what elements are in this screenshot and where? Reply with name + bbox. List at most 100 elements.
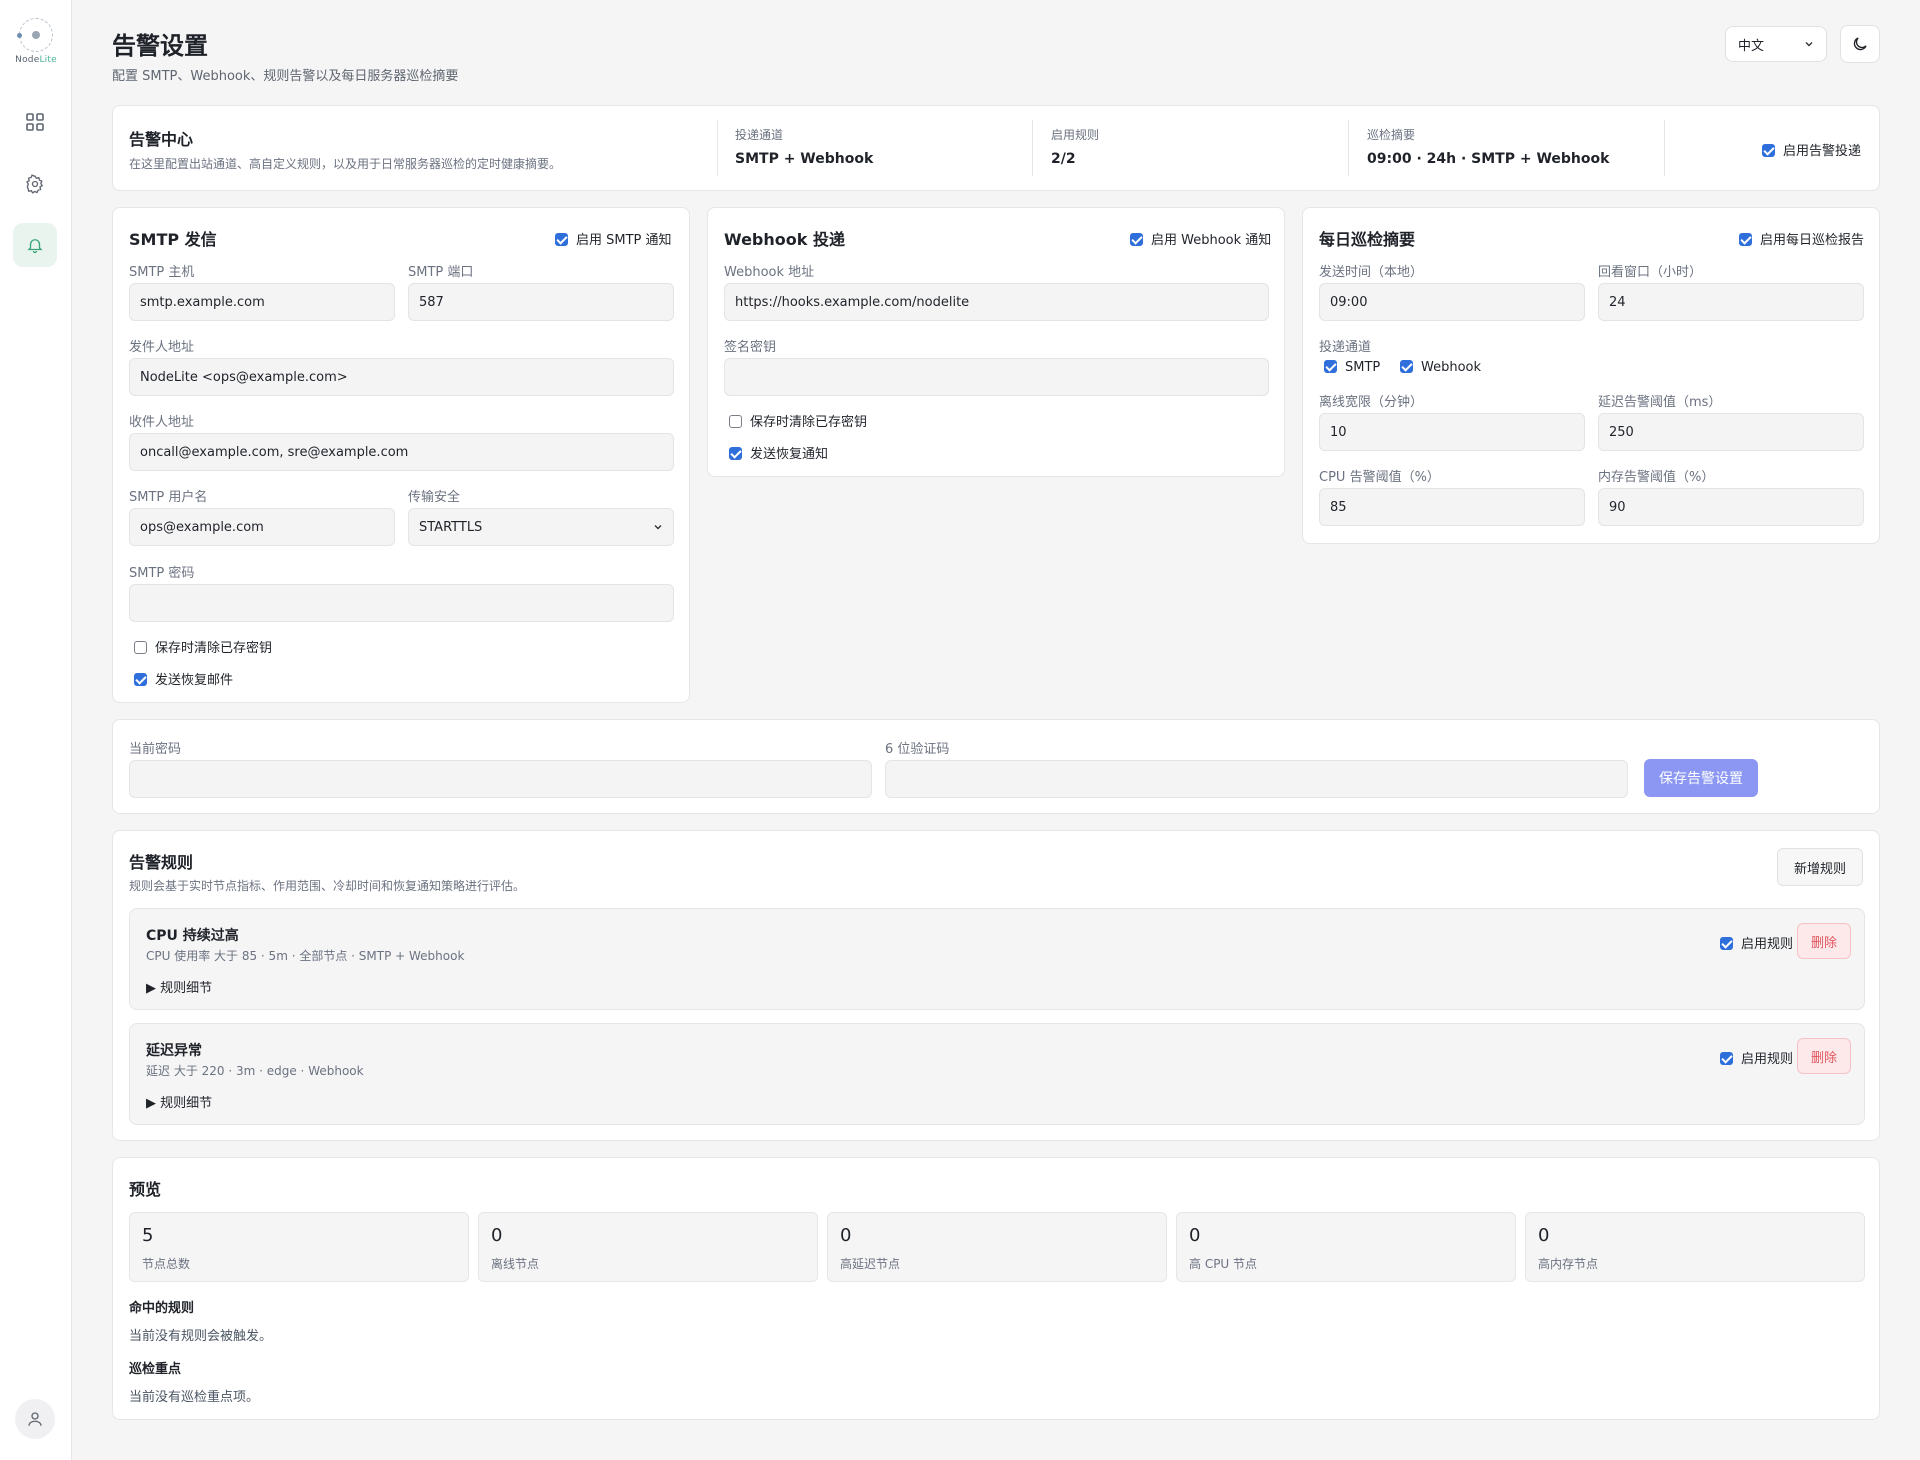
alert-rules-card: 告警规则 规则会基于实时节点指标、作用范围、冷却时间和恢复通知策略进行评估。 新… <box>112 830 1880 1141</box>
checkbox-icon[interactable] <box>1739 233 1752 246</box>
smtp-recovery-toggle[interactable]: 发送恢复邮件 <box>134 669 233 688</box>
smtp-security-select[interactable]: STARTTLS <box>408 508 674 546</box>
enable-rule-toggle[interactable]: 启用规则 <box>1720 1048 1793 1067</box>
webhook-url-input[interactable]: https://hooks.example.com/nodelite <box>724 283 1269 321</box>
matched-rules-text: 当前没有规则会被触发。 <box>129 1329 273 1344</box>
checkbox-icon[interactable] <box>1324 360 1337 373</box>
divider <box>1032 120 1033 176</box>
checkbox-icon[interactable] <box>1400 360 1413 373</box>
stat-value: 0 <box>840 1225 852 1246</box>
daily-mem-label: 内存告警阈值（%） <box>1598 470 1715 485</box>
enable-alert-delivery-toggle[interactable]: 启用告警投递 <box>1762 140 1861 159</box>
checkbox-icon[interactable] <box>729 415 742 428</box>
smtp-clear-secret-toggle[interactable]: 保存时清除已存密钥 <box>134 637 272 656</box>
divider <box>717 120 718 176</box>
sidebar-item-settings[interactable] <box>13 162 57 206</box>
smtp-card: SMTP 发信 启用 SMTP 通知 SMTP 主机 smtp.example.… <box>112 207 690 703</box>
checkbox-icon[interactable] <box>1720 1052 1733 1065</box>
rule-card: 延迟异常 延迟 大于 220 · 3m · edge · Webhook ▶ 规… <box>129 1023 1865 1125</box>
daily-summary-card: 每日巡检摘要 启用每日巡检报告 发送时间（本地） 09:00 回看窗口（小时） … <box>1302 207 1880 544</box>
checkbox-label: 启用告警投递 <box>1783 144 1862 159</box>
moon-icon <box>1853 37 1867 51</box>
daily-cpu-input[interactable]: 85 <box>1319 488 1585 526</box>
daily-time-label: 发送时间（本地） <box>1319 265 1424 280</box>
otp-code-input[interactable] <box>885 760 1628 798</box>
smtp-user-input[interactable]: ops@example.com <box>129 508 395 546</box>
page-subtitle: 配置 SMTP、Webhook、规则告警以及每日服务器巡检摘要 <box>112 69 459 84</box>
language-select[interactable]: 中文 <box>1725 26 1827 62</box>
stat-offline-nodes: 0 离线节点 <box>478 1212 818 1282</box>
checkbox-label: 保存时清除已存密钥 <box>750 415 868 430</box>
daily-latency-label: 延迟告警阈值（ms） <box>1598 395 1722 410</box>
smtp-user-label: SMTP 用户名 <box>129 490 208 505</box>
webhook-clear-secret-toggle[interactable]: 保存时清除已存密钥 <box>729 411 867 430</box>
rule-details-toggle[interactable]: ▶ 规则细节 <box>146 977 212 996</box>
stat-total-nodes: 5 节点总数 <box>129 1212 469 1282</box>
otp-code-label: 6 位验证码 <box>885 742 950 757</box>
rule-meta: 延迟 大于 220 · 3m · edge · Webhook <box>146 1064 364 1078</box>
chevron-down-icon <box>1805 42 1813 47</box>
stat-high-cpu-nodes: 0 高 CPU 节点 <box>1176 1212 1516 1282</box>
daily-time-input[interactable]: 09:00 <box>1319 283 1585 321</box>
stat-label: 节点总数 <box>142 1257 191 1271</box>
logo-text-accent: Lite <box>39 55 57 65</box>
smtp-password-input[interactable] <box>129 584 674 622</box>
alert-center-desc: 在这里配置出站通道、高自定义规则，以及用于日常服务器巡检的定时健康摘要。 <box>129 157 562 171</box>
daily-latency-input[interactable]: 250 <box>1598 413 1864 451</box>
save-alert-settings-button[interactable]: 保存告警设置 <box>1644 759 1758 797</box>
chevron-down-icon <box>654 525 662 530</box>
summary-inspection-label: 巡检摘要 <box>1367 128 1416 142</box>
delete-rule-button[interactable]: 删除 <box>1797 1038 1851 1074</box>
theme-toggle-button[interactable] <box>1840 25 1880 63</box>
checkbox-icon[interactable] <box>555 233 568 246</box>
inspection-focus-text: 当前没有巡检重点项。 <box>129 1390 260 1405</box>
summary-rules: 启用规则 2/2 <box>1051 126 1099 167</box>
enable-rule-toggle[interactable]: 启用规则 <box>1720 933 1793 952</box>
checkbox-icon[interactable] <box>1130 233 1143 246</box>
current-password-label: 当前密码 <box>129 742 182 757</box>
daily-mem-input[interactable]: 90 <box>1598 488 1864 526</box>
daily-window-input[interactable]: 24 <box>1598 283 1864 321</box>
daily-channel-smtp-toggle[interactable]: SMTP <box>1324 360 1380 375</box>
webhook-recovery-toggle[interactable]: 发送恢复通知 <box>729 443 828 462</box>
enable-webhook-toggle[interactable]: 启用 Webhook 通知 <box>1130 229 1271 248</box>
checkbox-label: Webhook <box>1421 360 1482 375</box>
page-title: 告警设置 <box>112 32 208 60</box>
smtp-from-input[interactable]: NodeLite <ops@example.com> <box>129 358 674 396</box>
checkbox-label: 启用规则 <box>1741 937 1794 952</box>
checkbox-label: 启用 Webhook 通知 <box>1151 233 1272 248</box>
enable-daily-report-toggle[interactable]: 启用每日巡检报告 <box>1739 229 1864 248</box>
enable-smtp-toggle[interactable]: 启用 SMTP 通知 <box>555 229 672 248</box>
smtp-from-label: 发件人地址 <box>129 340 195 355</box>
checkbox-label: 保存时清除已存密钥 <box>155 641 273 656</box>
checkbox-icon[interactable] <box>1762 144 1775 157</box>
user-avatar[interactable] <box>15 1399 55 1439</box>
checkbox-icon[interactable] <box>134 673 147 686</box>
smtp-to-input[interactable]: oncall@example.com, sre@example.com <box>129 433 674 471</box>
rule-details-toggle[interactable]: ▶ 规则细节 <box>146 1092 212 1111</box>
app-logo[interactable]: NodeLite <box>12 18 60 72</box>
sidebar-item-dashboard[interactable] <box>13 100 57 144</box>
stat-value: 0 <box>491 1225 503 1246</box>
sidebar-item-alerts[interactable] <box>13 223 57 267</box>
webhook-secret-input[interactable] <box>724 358 1269 396</box>
add-rule-button[interactable]: 新增规则 <box>1777 848 1863 886</box>
rule-name: 延迟异常 <box>146 1043 202 1059</box>
stat-value: 0 <box>1189 1225 1201 1246</box>
delete-rule-button[interactable]: 删除 <box>1797 923 1851 959</box>
smtp-host-input[interactable]: smtp.example.com <box>129 283 395 321</box>
daily-channel-webhook-toggle[interactable]: Webhook <box>1400 360 1481 375</box>
smtp-security-value: STARTTLS <box>419 519 483 535</box>
checkbox-icon[interactable] <box>729 447 742 460</box>
checkbox-icon[interactable] <box>134 641 147 654</box>
bell-icon <box>27 239 43 254</box>
daily-window-label: 回看窗口（小时） <box>1598 265 1703 280</box>
preview-card: 预览 5 节点总数 0 离线节点 0 高延迟节点 0 高 CPU 节点 0 高内… <box>112 1157 1880 1420</box>
checkbox-icon[interactable] <box>1720 937 1733 950</box>
smtp-port-label: SMTP 端口 <box>408 265 474 280</box>
daily-cpu-label: CPU 告警阈值（%） <box>1319 470 1440 485</box>
checkbox-label: SMTP <box>1345 360 1381 375</box>
daily-offline-input[interactable]: 10 <box>1319 413 1585 451</box>
current-password-input[interactable] <box>129 760 872 798</box>
smtp-port-input[interactable]: 587 <box>408 283 674 321</box>
